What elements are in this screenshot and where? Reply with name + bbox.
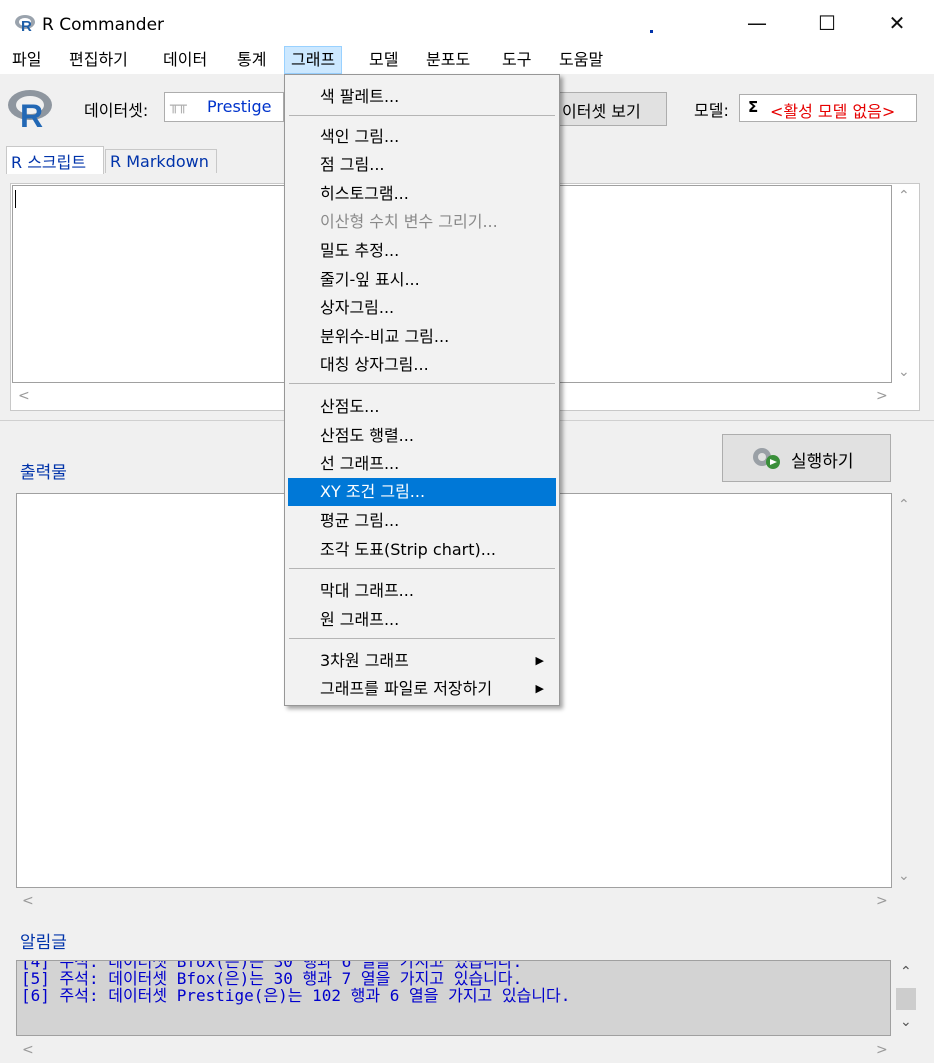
table-icon: ╥╥ xyxy=(170,98,187,114)
menu-file[interactable]: 파일 xyxy=(6,46,47,74)
graphs-dropdown-menu: 색 팔레트... 색인 그림... 점 그림... 히스토그램... 이산형 수… xyxy=(284,74,560,706)
model-label: 모델: xyxy=(694,101,729,120)
menu-separator xyxy=(289,383,555,384)
model-selector[interactable]: Σ <활성 모델 없음> xyxy=(739,94,917,122)
menu-separator xyxy=(289,115,555,116)
gear-run-icon xyxy=(753,448,780,469)
scroll-up-icon[interactable]: ⌃ xyxy=(898,497,910,513)
minimize-button[interactable]: — xyxy=(734,0,780,46)
dataset-selector[interactable]: ╥╥ Prestige xyxy=(164,92,284,122)
messages-label: 알림글 xyxy=(20,933,67,953)
run-button[interactable]: 실행하기 xyxy=(722,434,891,482)
output-label: 출력물 xyxy=(20,463,67,483)
submenu-arrow-icon: ▶ xyxy=(535,682,544,695)
r-logo-icon: R xyxy=(15,15,35,33)
scroll-left-icon[interactable]: < xyxy=(18,388,30,404)
dataset-value: Prestige xyxy=(207,97,272,116)
menu-item-line-graph[interactable]: 선 그래프... xyxy=(288,450,556,478)
submenu-arrow-icon: ▶ xyxy=(535,654,544,667)
menu-separator xyxy=(289,568,555,569)
menu-models[interactable]: 모델 xyxy=(363,46,404,74)
scroll-right-icon[interactable]: > xyxy=(876,388,888,404)
scroll-down-icon[interactable]: ⌄ xyxy=(898,868,910,884)
scroll-left-icon[interactable]: < xyxy=(22,893,34,909)
menu-item-qq-plot[interactable]: 분위수-비교 그림... xyxy=(288,323,556,351)
scroll-right-icon[interactable]: > xyxy=(876,1042,888,1058)
menu-item-boxplot[interactable]: 상자그림... xyxy=(288,294,556,322)
model-value: <활성 모델 없음> xyxy=(770,102,896,121)
menu-item-index-plot[interactable]: 색인 그림... xyxy=(288,123,556,151)
close-button[interactable]: ✕ xyxy=(874,0,920,46)
menu-item-dot-plot[interactable]: 점 그림... xyxy=(288,151,556,179)
message-line: [5] 주석: 데이터셋 Bfox(은)는 30 행과 7 열을 가지고 있습니… xyxy=(21,969,523,988)
menu-item-plot-of-means[interactable]: 평균 그림... xyxy=(288,507,556,535)
sigma-icon: Σ xyxy=(748,98,759,116)
scroll-down-icon[interactable]: ⌄ xyxy=(898,364,910,380)
text-cursor xyxy=(15,190,16,208)
menu-distributions[interactable]: 분포도 xyxy=(420,46,476,74)
window-title: R Commander xyxy=(42,15,165,35)
scroll-down-icon[interactable]: ⌄ xyxy=(900,1014,912,1030)
view-dataset-label: 이터셋 보기 xyxy=(562,102,641,121)
menu-item-color-palette[interactable]: 색 팔레트... xyxy=(288,83,556,111)
menu-graphs[interactable]: 그래프 xyxy=(284,46,343,74)
menu-tools[interactable]: 도구 xyxy=(496,46,537,74)
menu-item-strip-chart[interactable]: 조각 도표(Strip chart)... xyxy=(288,536,556,564)
menu-item-density-estimate[interactable]: 밀도 추정... xyxy=(288,237,556,265)
menu-item-scatterplot-matrix[interactable]: 산점도 행렬... xyxy=(288,422,556,450)
menu-item-xy-conditioning-plot[interactable]: XY 조건 그림... xyxy=(288,478,556,506)
svg-text:R: R xyxy=(21,18,32,33)
menu-edit[interactable]: 편집하기 xyxy=(63,46,134,74)
messages-scrollbar[interactable]: ⌃ ⌄ xyxy=(896,962,916,1036)
messages-text[interactable]: [4] 주석: 데이터셋 Bfox(은)는 30 행과 6 열을 가지고 있습니… xyxy=(16,960,891,1036)
tab-r-markdown[interactable]: R Markdown xyxy=(105,149,217,173)
menu-item-label: 그래프를 파일로 저장하기 xyxy=(320,679,493,698)
scroll-up-icon[interactable]: ⌃ xyxy=(898,188,910,204)
run-button-label: 실행하기 xyxy=(791,452,854,472)
menu-item-save-graph-to-file[interactable]: 그래프를 파일로 저장하기 ▶ xyxy=(288,675,556,703)
menu-help[interactable]: 도움말 xyxy=(553,46,609,74)
menu-item-label: 3차원 그래프 xyxy=(320,651,409,670)
scroll-right-icon[interactable]: > xyxy=(876,893,888,909)
menu-separator xyxy=(289,638,555,639)
menu-item-discrete-numeric-plot: 이산형 수치 변수 그리기... xyxy=(320,212,498,231)
menu-statistics[interactable]: 통계 xyxy=(231,46,272,74)
menu-item-bar-graph[interactable]: 막대 그래프... xyxy=(288,577,556,605)
view-dataset-button[interactable]: 이터셋 보기 xyxy=(553,92,667,126)
menu-item-histogram[interactable]: 히스토그램... xyxy=(288,180,556,208)
scroll-left-icon[interactable]: < xyxy=(22,1042,34,1058)
r-logo-icon: R xyxy=(8,90,52,130)
scroll-up-icon[interactable]: ⌃ xyxy=(900,964,912,980)
dataset-label: 데이터셋: xyxy=(84,101,149,120)
menu-item-3d-graph[interactable]: 3차원 그래프 ▶ xyxy=(288,647,556,675)
menu-item-scatterplot[interactable]: 산점도... xyxy=(288,393,556,421)
tab-r-script[interactable]: R 스크립트 xyxy=(6,146,104,174)
menu-item-stem-leaf[interactable]: 줄기-잎 표시... xyxy=(288,266,556,294)
message-line: [6] 주석: 데이터셋 Prestige(은)는 102 행과 6 열을 가지… xyxy=(21,986,571,1005)
title-dot xyxy=(650,30,653,33)
menu-item-pie-chart[interactable]: 원 그래프... xyxy=(288,606,556,634)
scroll-thumb[interactable] xyxy=(896,988,916,1010)
svg-text:R: R xyxy=(20,98,43,130)
menu-item-symmetry-boxplot[interactable]: 대칭 상자그림... xyxy=(288,351,556,379)
menu-data[interactable]: 데이터 xyxy=(157,46,213,74)
maximize-button[interactable]: ☐ xyxy=(804,0,850,46)
